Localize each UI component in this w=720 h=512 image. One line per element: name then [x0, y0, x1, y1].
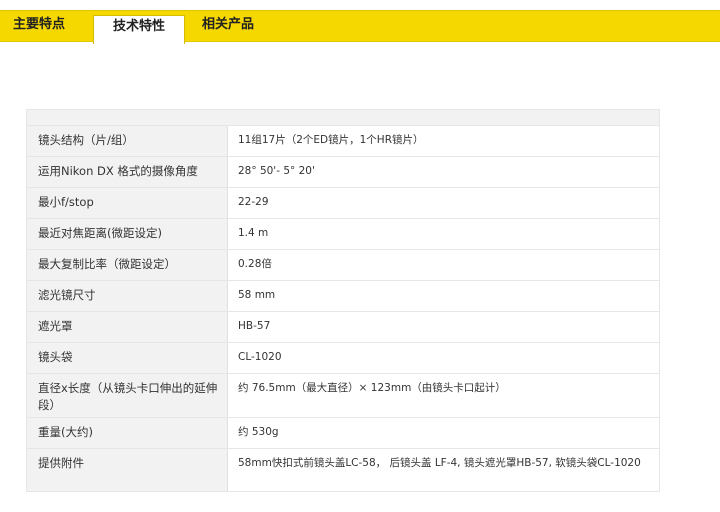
spec-label: 提供附件 — [27, 449, 228, 491]
spec-row-min-aperture: 最小f/stop 22-29 — [27, 188, 659, 219]
spec-label: 重量(大约) — [27, 418, 228, 448]
spec-row-lens-construction: 镜头结构（片/组） 11组17片（2个ED镜片，1个HR镜片） — [27, 126, 659, 157]
spec-label: 最大复制比率（微距设定） — [27, 250, 228, 280]
spec-label: 滤光镜尺寸 — [27, 281, 228, 311]
tab-main-features[interactable]: 主要特点 — [13, 11, 65, 42]
spec-label: 遮光罩 — [27, 312, 228, 342]
spec-table: 镜头结构（片/组） 11组17片（2个ED镜片，1个HR镜片） 运用Nikon … — [26, 109, 660, 492]
spec-value: CL-1020 — [228, 343, 659, 373]
spec-value: 1.4 m — [228, 219, 659, 249]
spec-row-angle-of-view: 运用Nikon DX 格式的摄像角度 28° 50'- 5° 20' — [27, 157, 659, 188]
spec-row-filter-size: 滤光镜尺寸 58 mm — [27, 281, 659, 312]
spec-label: 最小f/stop — [27, 188, 228, 218]
spec-row-dimensions: 直径x长度（从镜头卡口伸出的延伸段） 约 76.5mm（最大直径）× 123mm… — [27, 374, 659, 418]
tab-related-products[interactable]: 相关产品 — [202, 11, 254, 42]
spec-value: 约 530g — [228, 418, 659, 448]
spec-label: 运用Nikon DX 格式的摄像角度 — [27, 157, 228, 187]
spec-table-header — [27, 110, 659, 126]
spec-value: 58 mm — [228, 281, 659, 311]
spec-label: 镜头结构（片/组） — [27, 126, 228, 156]
spec-label: 镜头袋 — [27, 343, 228, 373]
spec-value: 28° 50'- 5° 20' — [228, 157, 659, 187]
spec-value: 22-29 — [228, 188, 659, 218]
spec-value: 约 76.5mm（最大直径）× 123mm（由镜头卡口起计） — [228, 374, 659, 417]
spec-row-lens-hood: 遮光罩 HB-57 — [27, 312, 659, 343]
tab-bar: 主要特点 技术特性 相关产品 — [0, 10, 720, 44]
spec-value: 0.28倍 — [228, 250, 659, 280]
spec-row-accessories: 提供附件 58mm快扣式前镜头盖LC-58， 后镜头盖 LF-4, 镜头遮光罩H… — [27, 449, 659, 491]
spec-row-min-focus-distance: 最近对焦距离(微距设定) 1.4 m — [27, 219, 659, 250]
spec-row-max-reproduction-ratio: 最大复制比率（微距设定） 0.28倍 — [27, 250, 659, 281]
spec-value: HB-57 — [228, 312, 659, 342]
spec-row-weight: 重量(大约) 约 530g — [27, 418, 659, 449]
spec-label: 直径x长度（从镜头卡口伸出的延伸段） — [27, 374, 228, 417]
tab-tech-specs[interactable]: 技术特性 — [93, 15, 185, 44]
spec-row-lens-case: 镜头袋 CL-1020 — [27, 343, 659, 374]
spec-value: 58mm快扣式前镜头盖LC-58， 后镜头盖 LF-4, 镜头遮光罩HB-57,… — [228, 449, 659, 491]
spec-label: 最近对焦距离(微距设定) — [27, 219, 228, 249]
spec-value: 11组17片（2个ED镜片，1个HR镜片） — [228, 126, 659, 156]
